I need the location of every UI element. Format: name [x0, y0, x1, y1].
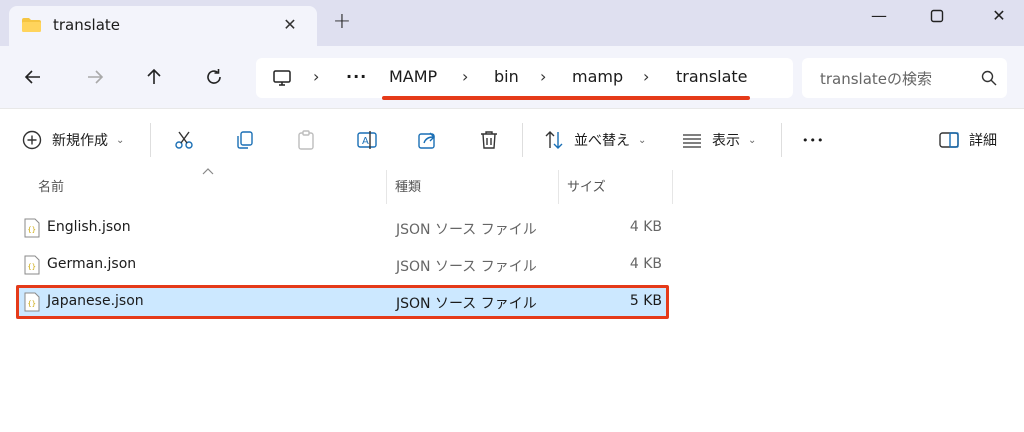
cut-button[interactable]	[172, 127, 196, 153]
file-size: 4 KB	[629, 219, 662, 235]
more-options-button[interactable]: •••	[802, 127, 824, 153]
trash-icon	[481, 131, 497, 149]
file-row-english[interactable]: {} English.json JSON ソース ファイル 4 KB	[16, 211, 668, 245]
delete-button[interactable]	[477, 127, 501, 153]
search-icon[interactable]	[980, 69, 998, 87]
column-divider[interactable]	[386, 170, 387, 204]
close-window-button[interactable]: ✕	[984, 4, 1014, 28]
view-button[interactable]: 表示 ⌄	[680, 127, 756, 153]
column-header-type[interactable]: 種類	[395, 176, 421, 195]
paste-button[interactable]	[294, 127, 318, 153]
chevron-down-icon: ⌄	[638, 134, 647, 146]
breadcrumb-mamp[interactable]: MAMP	[389, 67, 437, 86]
file-row-german[interactable]: {} German.json JSON ソース ファイル 4 KB	[16, 248, 668, 282]
rename-button[interactable]: A	[355, 127, 379, 153]
svg-text:{}: {}	[28, 263, 36, 271]
path-highlight-underline	[382, 96, 750, 100]
sort-arrows-icon	[545, 131, 563, 149]
title-bar: translate ✕ + — ✕	[0, 0, 1024, 46]
json-file-icon: {}	[24, 255, 40, 275]
tab-title: translate	[53, 16, 121, 34]
share-button[interactable]	[416, 127, 440, 153]
up-arrow-icon[interactable]	[141, 64, 167, 90]
view-list-icon	[683, 134, 701, 148]
sort-ascending-icon	[202, 168, 214, 175]
svg-text:{}: {}	[28, 226, 36, 234]
column-divider[interactable]	[672, 170, 673, 204]
column-header-name[interactable]: 名前	[38, 176, 64, 195]
file-type: JSON ソース ファイル	[396, 259, 537, 275]
close-tab-icon[interactable]: ✕	[279, 14, 301, 36]
rename-icon: A	[357, 131, 377, 149]
computer-icon[interactable]	[272, 68, 292, 88]
file-name: German.json	[47, 256, 137, 272]
new-button[interactable]: 新規作成 ⌄	[20, 127, 124, 153]
scissors-icon	[175, 131, 193, 149]
plus-circle-icon	[22, 130, 42, 150]
chevron-right-icon: ›	[462, 67, 469, 86]
separator	[150, 123, 151, 157]
copy-button[interactable]	[233, 127, 257, 153]
new-tab-button[interactable]: +	[331, 11, 353, 34]
column-divider[interactable]	[558, 170, 559, 204]
file-size: 4 KB	[629, 256, 662, 272]
breadcrumb-mamp-lower[interactable]: mamp	[572, 67, 623, 86]
view-label: 表示	[712, 133, 740, 149]
maximize-icon	[930, 9, 944, 23]
chevron-right-icon: ›	[540, 67, 547, 86]
chevron-down-icon: ⌄	[116, 134, 125, 146]
breadcrumb-bin[interactable]: bin	[494, 67, 519, 86]
tab-translate[interactable]: translate ✕	[9, 6, 317, 46]
breadcrumb-translate[interactable]: translate	[676, 67, 748, 86]
minimize-button[interactable]: —	[864, 4, 894, 28]
details-pane-button[interactable]: 詳細	[937, 127, 997, 153]
svg-text:A: A	[362, 136, 369, 147]
sort-button[interactable]: 並べ替え ⌄	[542, 127, 646, 153]
selection-highlight-box	[16, 285, 669, 319]
new-label: 新規作成	[52, 133, 108, 149]
details-pane-icon	[939, 132, 959, 148]
refresh-icon[interactable]	[201, 64, 227, 90]
address-bar[interactable]: › ··· MAMP › bin › mamp › translate	[256, 58, 793, 98]
clipboard-icon	[298, 130, 314, 150]
sort-label: 並べ替え	[574, 133, 630, 149]
share-icon	[418, 132, 435, 149]
separator	[781, 123, 782, 157]
chevron-right-icon: ›	[643, 67, 650, 86]
details-label: 詳細	[969, 133, 997, 149]
separator	[522, 123, 523, 157]
file-type: JSON ソース ファイル	[396, 222, 537, 238]
folder-icon	[22, 18, 41, 32]
maximize-button[interactable]	[922, 4, 952, 28]
forward-arrow-icon[interactable]	[82, 64, 108, 90]
path-overflow-button[interactable]: ···	[346, 67, 367, 86]
search-input[interactable]: translateの検索	[820, 68, 932, 89]
copy-icon	[237, 131, 253, 149]
column-header-size[interactable]: サイズ	[567, 176, 606, 195]
chevron-down-icon: ⌄	[748, 134, 757, 146]
search-box[interactable]: translateの検索	[802, 58, 1007, 98]
back-arrow-icon[interactable]	[20, 64, 46, 90]
file-name: English.json	[47, 219, 131, 235]
chevron-right-icon: ›	[313, 67, 320, 86]
command-bar: 新規作成 ⌄ A 並べ替え ⌄ 表示 ⌄ ••• 詳細	[0, 108, 1024, 171]
json-file-icon: {}	[24, 218, 40, 238]
